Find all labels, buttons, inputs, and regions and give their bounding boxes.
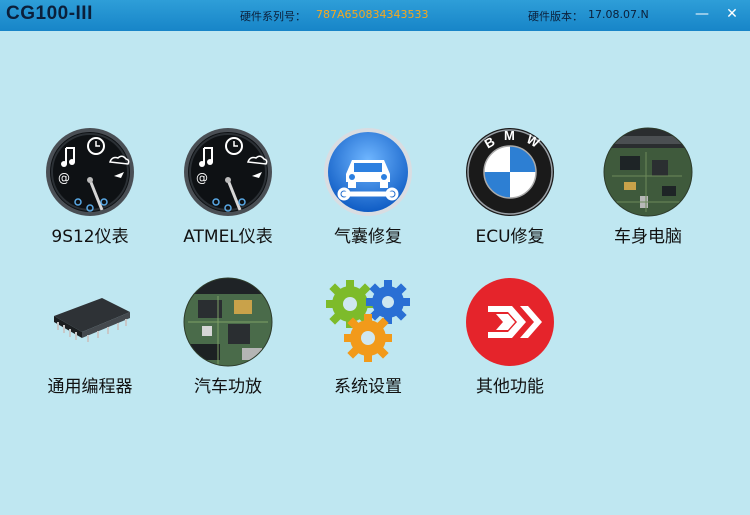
menu-item-label: ATMEL仪表 — [183, 227, 273, 247]
menu-item-body-computer[interactable]: 车身电脑 — [588, 126, 708, 247]
gauge-icon: @ — [46, 128, 134, 216]
menu-item-atmel-dashboard[interactable]: @ ATMEL仪表 — [168, 126, 288, 247]
chip-icon — [54, 298, 130, 342]
svg-text:@: @ — [58, 171, 70, 185]
bmw-logo-icon: B M W — [466, 128, 554, 216]
function-grid: @ 9S12仪表 @ ATMEL仪表 气囊修复 B M W ECU修复 车身电脑… — [0, 0, 750, 515]
circuit-board-icon — [603, 127, 693, 217]
circuit-board-icon — [183, 277, 273, 367]
gauge-icon: @ — [184, 128, 272, 216]
menu-item-car-amplifier[interactable]: 汽车功放 — [168, 276, 288, 397]
menu-item-airbag-repair[interactable]: 气囊修复 — [308, 126, 428, 247]
menu-item-system-settings[interactable]: 系统设置 — [308, 276, 428, 397]
menu-item-universal-programmer[interactable]: 通用编程器 — [30, 276, 150, 397]
menu-item-9s12-dashboard[interactable]: @ 9S12仪表 — [30, 126, 150, 247]
gears-icon — [326, 280, 410, 362]
menu-item-label: 9S12仪表 — [51, 227, 129, 247]
car-wrench-icon — [324, 128, 412, 216]
menu-item-label: 通用编程器 — [47, 377, 133, 397]
menu-item-other-functions[interactable]: 其他功能 — [450, 276, 570, 397]
menu-item-ecu-repair[interactable]: B M W ECU修复 — [450, 126, 570, 247]
svg-text:@: @ — [196, 171, 208, 185]
menu-item-label: 气囊修复 — [334, 227, 402, 247]
menu-item-label: 其他功能 — [476, 377, 544, 397]
arrow-logo-icon — [466, 278, 554, 366]
menu-item-label: ECU修复 — [475, 227, 545, 247]
menu-item-label: 汽车功放 — [194, 377, 262, 397]
svg-text:M: M — [504, 128, 515, 143]
menu-item-label: 系统设置 — [334, 377, 402, 397]
menu-item-label: 车身电脑 — [614, 227, 682, 247]
